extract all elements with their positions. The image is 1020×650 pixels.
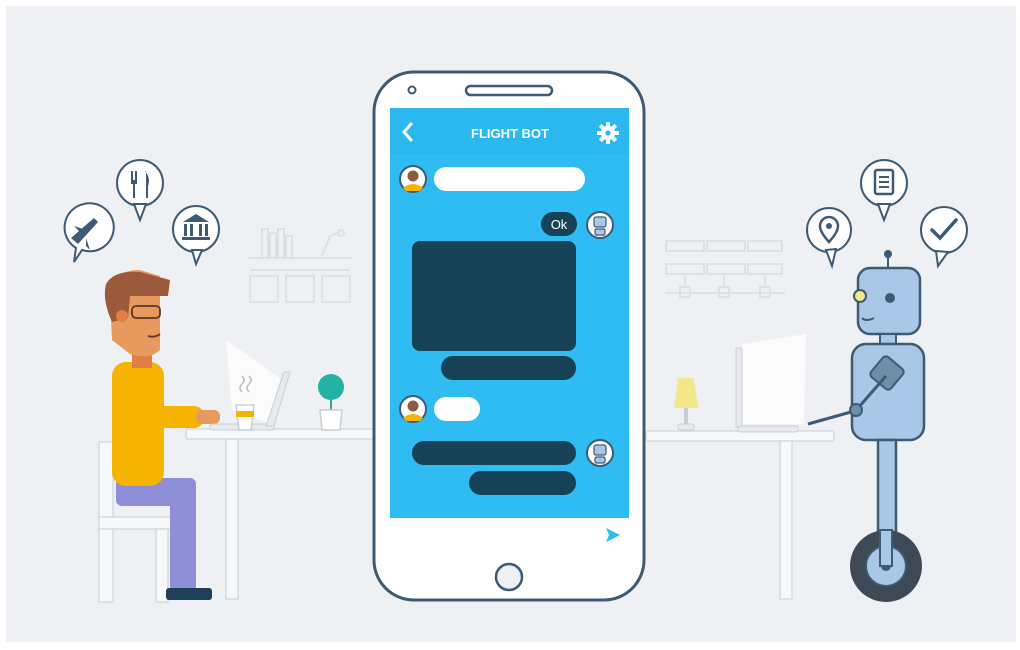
- message-input[interactable]: [390, 518, 629, 552]
- home-button[interactable]: [494, 562, 524, 592]
- message-bubble: [434, 397, 480, 421]
- chatbot-illustration: FLIGHT BOT Ok: [0, 0, 1020, 650]
- bot-laptop: [735, 334, 806, 433]
- bot-bar-message: [441, 356, 576, 380]
- phone-screen: FLIGHT BOT Ok: [390, 108, 629, 552]
- bot-avatar: [586, 211, 614, 239]
- message-bubble: [434, 167, 585, 191]
- quick-reply-label: Ok: [551, 217, 568, 232]
- gear-icon[interactable]: [597, 122, 619, 144]
- bot-bar-message: [412, 441, 576, 465]
- bot-avatar: [586, 439, 614, 467]
- user-avatar: [399, 395, 427, 423]
- user-avatar: [399, 165, 427, 193]
- bot-bar-message: [469, 471, 576, 495]
- chat-message-user: [399, 395, 480, 423]
- speaker-grille: [464, 84, 554, 97]
- app-title: FLIGHT BOT: [471, 126, 549, 141]
- bot-card-message: [412, 241, 576, 351]
